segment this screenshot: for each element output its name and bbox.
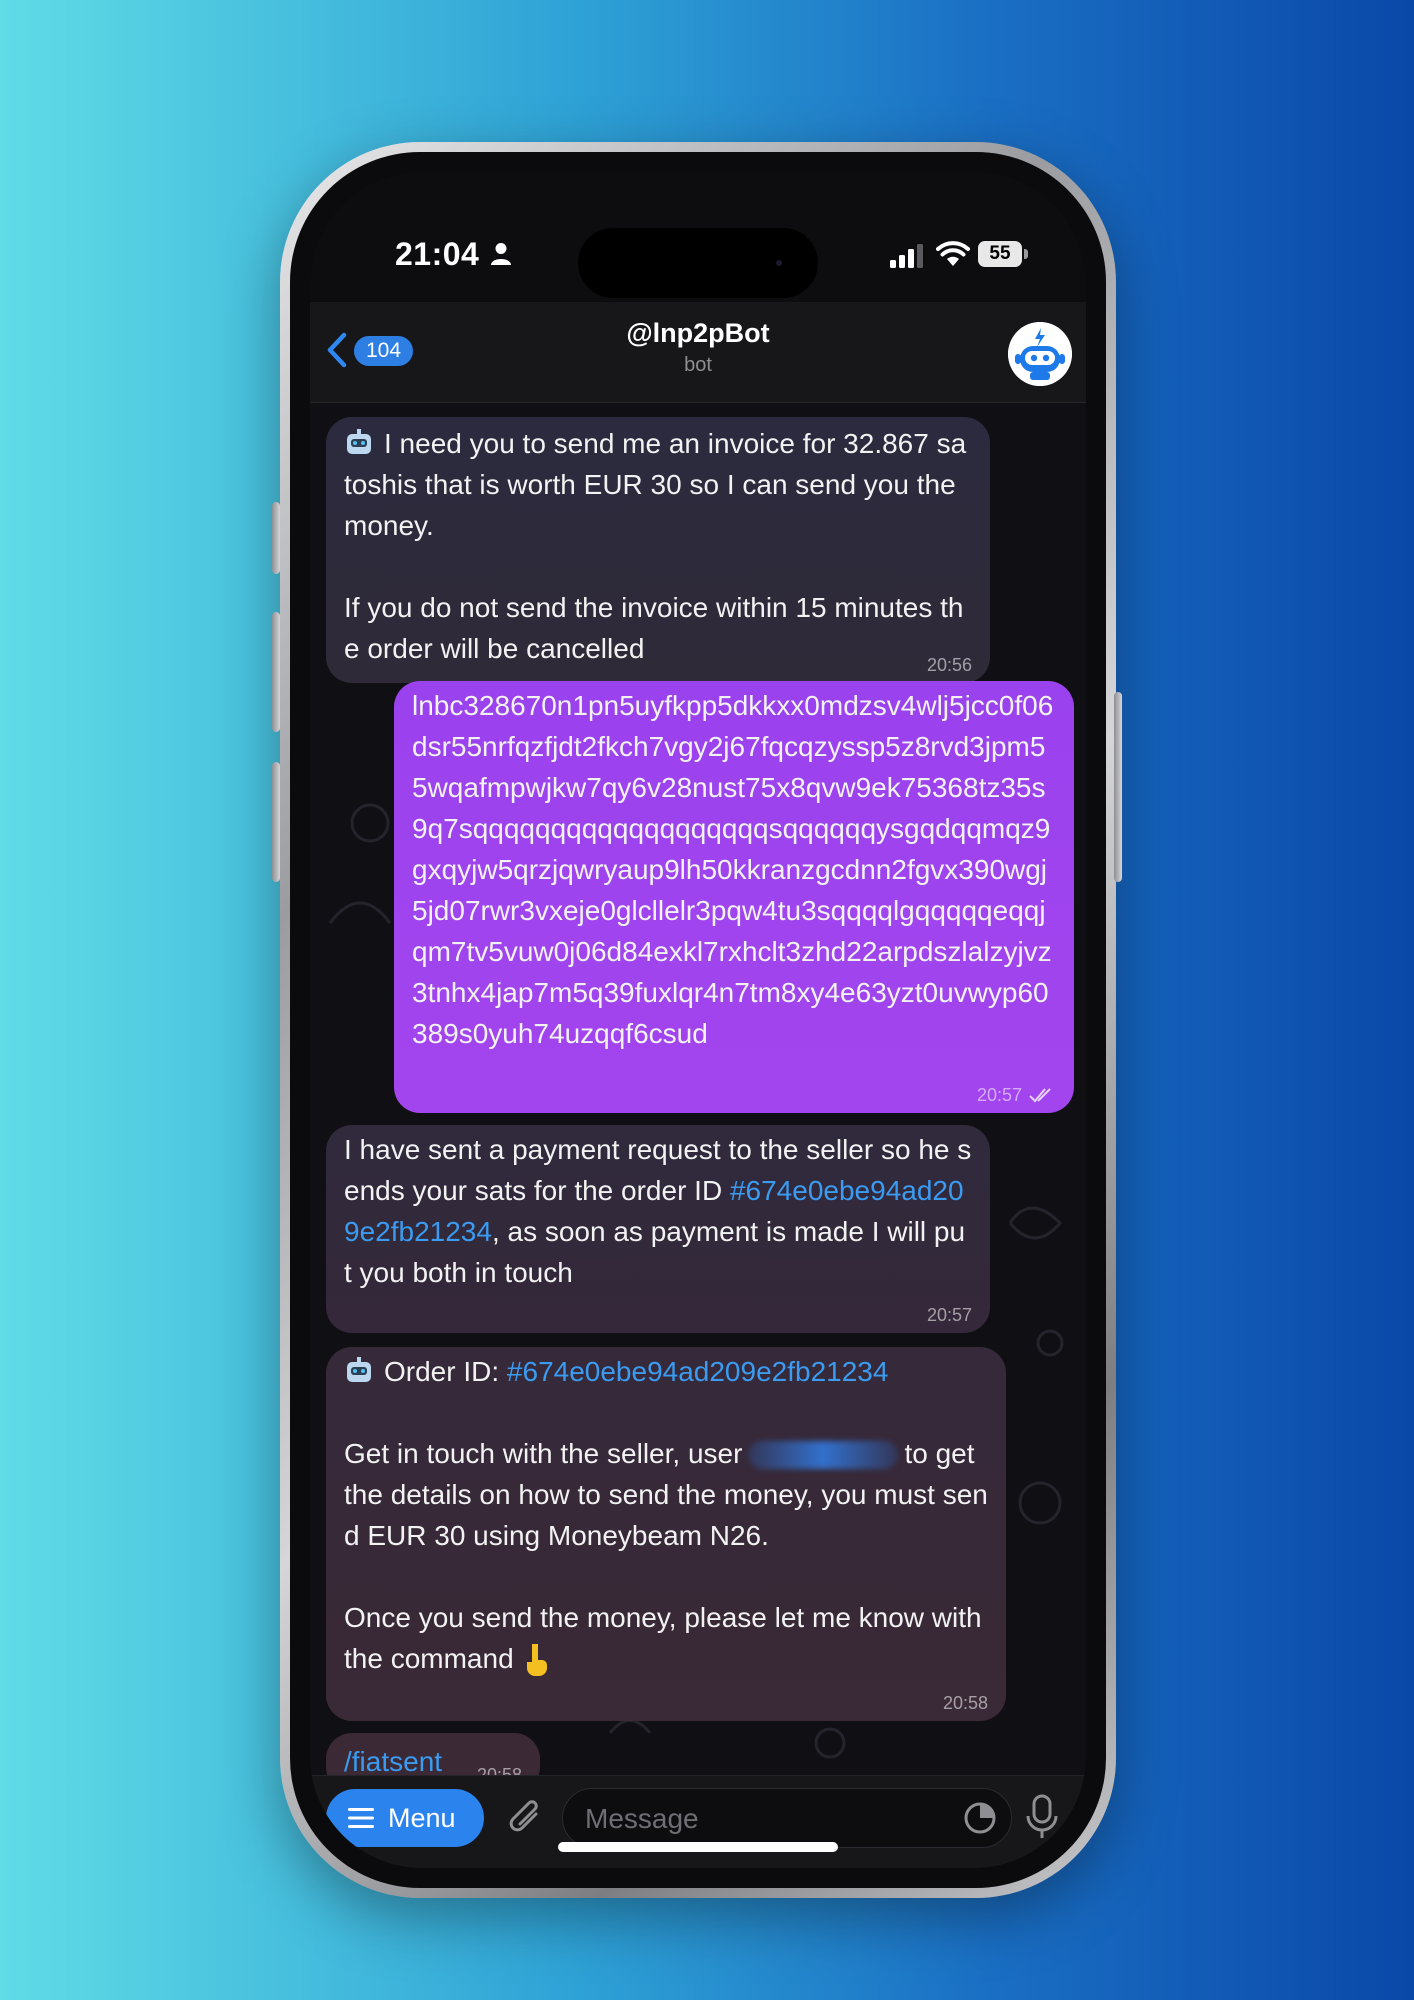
message-text: If you do not send the invoice within 15… <box>344 592 964 664</box>
chat-subtitle: bot <box>684 354 712 376</box>
message-incoming[interactable]: I have sent a payment request to the sel… <box>326 1125 990 1333</box>
paperclip-icon[interactable] <box>506 1796 546 1840</box>
bot-avatar[interactable] <box>1008 322 1072 386</box>
sticker-icon[interactable] <box>963 1801 997 1835</box>
microphone-icon[interactable] <box>1024 1792 1060 1842</box>
message-incoming[interactable]: Order ID: #674e0ebe94ad209e2fb21234 Get … <box>326 1347 1006 1721</box>
command-link[interactable]: /fiatsent <box>344 1746 442 1775</box>
message-text: I need you to send me an invoice for 32.… <box>344 428 967 541</box>
read-checkmarks-icon <box>1029 1088 1051 1103</box>
message-placeholder: Message <box>585 1803 699 1834</box>
blurred-username[interactable] <box>748 1441 899 1469</box>
battery-icon: 55 <box>978 241 1030 267</box>
message-text: Order ID: <box>384 1356 507 1387</box>
status-bar: 21:04 55 <box>310 172 1086 302</box>
volume-up-button <box>272 612 280 732</box>
menu-label: Menu <box>388 1803 456 1833</box>
person-icon <box>491 243 511 265</box>
pointing-down-emoji-icon <box>526 1644 547 1676</box>
hamburger-icon <box>348 1808 374 1828</box>
robot-emoji-icon <box>347 1357 371 1382</box>
chat-area[interactable]: I need you to send me an invoice for 32.… <box>310 403 1086 1775</box>
robot-emoji-icon <box>347 429 371 454</box>
message-incoming[interactable]: /fiatsent 20:58 <box>326 1733 540 1775</box>
invoice-text: lnbc328670n1pn5uyfkpp5dkkxx0mdzsv4wlj5jc… <box>412 690 1054 1049</box>
message-time: 20:56 <box>926 655 972 675</box>
phone-frame: 21:04 55 104 @lnp2pBot bot I need you to… <box>272 142 1122 1898</box>
message-time: 20:58 <box>942 1693 988 1713</box>
battery-level: 55 <box>978 241 1022 267</box>
chat-title[interactable]: @lnp2pBot <box>310 318 1086 349</box>
power-button <box>1114 692 1122 882</box>
message-text: Get in touch with the seller, user <box>344 1438 743 1469</box>
message-input-bar: Menu Message <box>310 1775 1086 1868</box>
message-time: 20:57 <box>926 1305 972 1325</box>
wifi-icon <box>936 241 970 266</box>
message-input[interactable]: Message <box>562 1788 1012 1848</box>
status-time: 21:04 <box>395 236 480 272</box>
home-indicator[interactable] <box>558 1842 838 1852</box>
message-text: Once you send the money, please let me k… <box>344 1602 990 1674</box>
menu-button[interactable]: Menu <box>326 1789 484 1847</box>
screen: 21:04 55 104 @lnp2pBot bot I need you to… <box>310 172 1086 1868</box>
message-time: 20:57 <box>976 1085 1022 1105</box>
robot-avatar-icon <box>1008 322 1072 386</box>
message-incoming[interactable]: I need you to send me an invoice for 32.… <box>326 417 990 683</box>
chat-header: 104 @lnp2pBot bot <box>310 302 1086 403</box>
volume-down-button <box>272 762 280 882</box>
message-outgoing[interactable]: lnbc328670n1pn5uyfkpp5dkkxx0mdzsv4wlj5jc… <box>394 681 1074 1113</box>
order-id-link[interactable]: #674e0ebe94ad209e2fb21234 <box>507 1356 889 1387</box>
action-button <box>272 502 280 574</box>
cellular-signal-icon <box>890 244 923 268</box>
message-time: 20:58 <box>476 1765 522 1775</box>
dynamic-island <box>578 228 818 298</box>
